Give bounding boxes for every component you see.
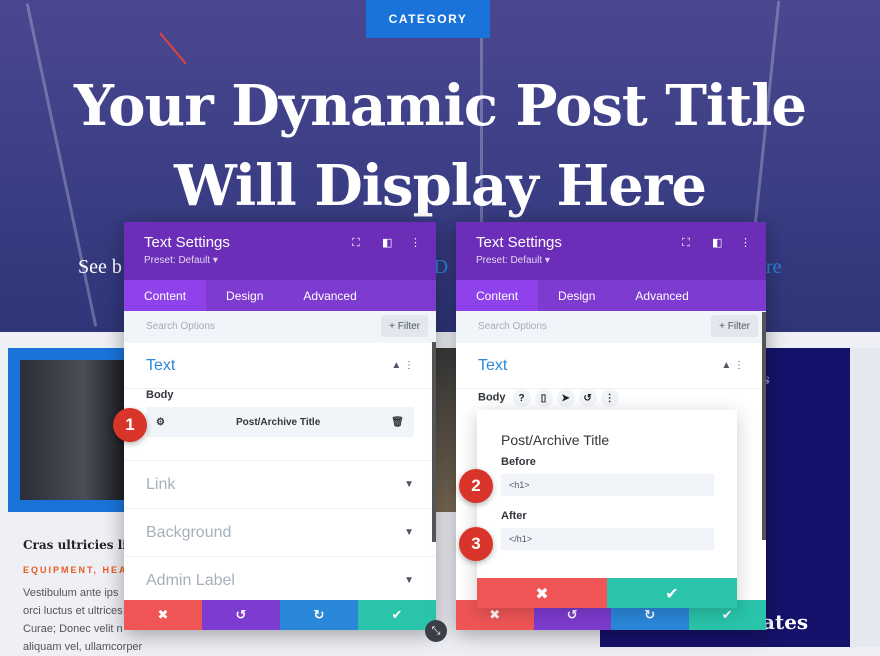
section-background-toggle[interactable]: Background ▼	[124, 509, 436, 557]
excerpt-line: aliquam vel, ullamcorper	[23, 641, 143, 653]
cancel-button[interactable]: ✖	[124, 600, 202, 630]
panel-header[interactable]: Text Settings Preset: Default ▾ ⛶ ◧ ⋮	[124, 222, 436, 280]
preset-dropdown[interactable]: Preset: Default ▾	[476, 255, 746, 266]
excerpt-line: orci luctus et ultrices	[23, 605, 123, 617]
dynamic-content-field[interactable]: ⚙ Post/Archive Title 🗑	[146, 407, 414, 437]
body-label: Body	[146, 389, 174, 401]
card-excerpt: Vestibulum ante ips orci luctus et ultri…	[23, 584, 143, 656]
before-label: Before	[501, 456, 536, 468]
section-title: Admin Label	[146, 571, 235, 589]
section-title: Background	[146, 523, 232, 541]
grey-section	[850, 348, 880, 647]
popup-title: Post/Archive Title	[501, 432, 610, 448]
step-badge: 2	[459, 469, 493, 503]
popup-cancel-button[interactable]: ✖	[477, 578, 607, 608]
text-settings-panel: Text Settings Preset: Default ▾ ⛶ ◧ ⋮ Co…	[124, 222, 436, 630]
title-line: Will Display Here	[173, 153, 707, 219]
section-text-toggle[interactable]: Text ▲ ⋮	[124, 343, 436, 389]
chevron-down-icon[interactable]: ▼	[404, 575, 414, 586]
tab-content[interactable]: Content	[124, 280, 207, 311]
more-options-icon[interactable]: ⋮	[740, 236, 751, 249]
preset-dropdown[interactable]: Preset: Default ▾	[144, 255, 416, 266]
subtitle-fragment: re	[766, 256, 782, 278]
step-badge: 1	[113, 408, 147, 442]
more-icon[interactable]: ⋮	[600, 389, 619, 407]
reset-icon[interactable]: ↺	[578, 389, 597, 407]
body-label-row: Body ? ▯ ➤ ↺ ⋮	[456, 389, 766, 407]
tab-content[interactable]: Content	[456, 280, 539, 311]
panel-tabs: Content Design Advanced	[456, 280, 766, 311]
panel-header[interactable]: Text Settings Preset: Default ▾ ⛶ ◧ ⋮	[456, 222, 766, 280]
cursor-icon[interactable]: ➤	[556, 389, 575, 407]
gear-icon[interactable]: ⚙	[156, 417, 165, 428]
category-button[interactable]: CATEGORY	[366, 0, 490, 38]
chevron-down-icon[interactable]: ▼	[404, 479, 414, 490]
section-heading: ates	[762, 610, 809, 634]
subtitle-fragment: See b	[78, 256, 122, 278]
section-title: Link	[146, 475, 176, 493]
scrollbar[interactable]	[432, 342, 436, 542]
split-view-icon[interactable]: ◧	[712, 236, 722, 249]
panel-title: Text Settings	[144, 234, 230, 251]
dynamic-content-settings-popup: Post/Archive Title Before After ✖ ✔	[477, 410, 737, 608]
popup-save-button[interactable]: ✔	[607, 578, 737, 608]
section-link-toggle[interactable]: Link ▼	[124, 461, 436, 509]
fullscreen-icon[interactable]: ⛶	[352, 236, 360, 250]
redo-button[interactable]: ↻	[280, 600, 358, 630]
card-categories[interactable]: EQUIPMENT, HEAL	[23, 565, 135, 575]
tab-advanced[interactable]: Advanced	[615, 280, 708, 311]
tab-design[interactable]: Design	[538, 280, 615, 311]
panel-tabs: Content Design Advanced	[124, 280, 436, 311]
tab-design[interactable]: Design	[206, 280, 283, 311]
panel-action-bar: ✖ ↺ ↻ ✔	[124, 600, 436, 630]
chevron-up-icon[interactable]: ▲ ⋮	[721, 360, 744, 371]
split-view-icon[interactable]: ◧	[382, 236, 392, 249]
mobile-icon[interactable]: ▯	[534, 389, 553, 407]
search-placeholder: Search Options	[146, 321, 215, 332]
dynamic-value: Post/Archive Title	[235, 416, 321, 428]
tab-advanced[interactable]: Advanced	[283, 280, 376, 311]
section-text-toggle[interactable]: Text ▲ ⋮	[456, 343, 766, 389]
section-title: Text	[478, 356, 508, 374]
chevron-down-icon[interactable]: ▼	[404, 527, 414, 538]
filter-button[interactable]: + Filter	[711, 315, 758, 337]
filter-button[interactable]: + Filter	[381, 315, 428, 337]
body-label: Body	[478, 391, 506, 404]
card-image[interactable]	[436, 348, 456, 512]
step-badge: 3	[459, 527, 493, 561]
arrow-icon	[159, 32, 187, 65]
section-title: Text	[146, 356, 176, 374]
search-options-input[interactable]: Search Options + Filter	[124, 311, 436, 343]
resize-handle-icon[interactable]: ⤡	[425, 620, 447, 642]
chevron-up-icon[interactable]: ▲ ⋮	[391, 360, 414, 371]
save-button[interactable]: ✔	[358, 600, 436, 630]
search-placeholder: Search Options	[478, 321, 547, 332]
help-icon[interactable]: ?	[512, 389, 531, 407]
excerpt-line: Vestibulum ante ips	[23, 587, 119, 599]
card-image[interactable]	[8, 348, 126, 512]
trash-icon[interactable]: 🗑	[391, 417, 404, 428]
after-label: After	[501, 510, 527, 522]
section-admin-label-toggle[interactable]: Admin Label ▼	[124, 557, 436, 605]
before-input[interactable]	[501, 474, 714, 496]
search-options-input[interactable]: Search Options + Filter	[456, 311, 766, 343]
popup-action-bar: ✖ ✔	[477, 578, 737, 608]
post-title: Your Dynamic Post Title Will Display Here	[0, 66, 880, 226]
panel-title: Text Settings	[476, 234, 562, 251]
scrollbar[interactable]	[762, 312, 766, 540]
title-line: Your Dynamic Post Title	[74, 73, 807, 139]
after-input[interactable]	[501, 528, 714, 550]
excerpt-line: Curae; Donec velit n	[23, 623, 123, 635]
undo-button[interactable]: ↺	[202, 600, 280, 630]
more-options-icon[interactable]: ⋮	[410, 236, 421, 249]
fullscreen-icon[interactable]: ⛶	[682, 236, 690, 250]
